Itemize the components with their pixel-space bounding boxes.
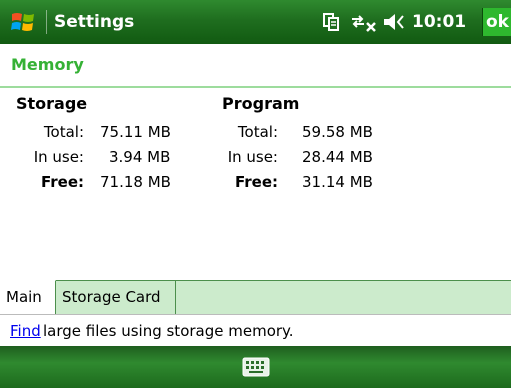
program-total-value: 59.58 MB	[302, 123, 373, 141]
find-description: large files using storage memory.	[43, 322, 294, 340]
storage-total-value: 75.11 MB	[100, 123, 171, 141]
storage-inuse-value: 3.94 MB	[109, 148, 171, 166]
storage-free-value: 71.18 MB	[100, 173, 171, 191]
section-header: Memory	[0, 44, 511, 88]
tab-main[interactable]: Main	[0, 280, 56, 314]
clock[interactable]: 10:01	[412, 10, 466, 34]
storage-inuse-label: In use:	[33, 148, 84, 166]
program-free-label: Free:	[234, 173, 278, 191]
tab-storage-card[interactable]: Storage Card	[56, 281, 176, 314]
sync-icon[interactable]	[322, 12, 340, 32]
title-bar: Settings 10:01 ok	[0, 0, 511, 44]
device-screen: Settings 10:01 ok Memory Storage Total: …	[0, 0, 511, 388]
program-inuse-label: In use:	[227, 148, 278, 166]
storage-free-label: Free:	[40, 173, 84, 191]
windows-flag-icon[interactable]	[10, 8, 38, 36]
find-line: Find large files using storage memory.	[0, 314, 511, 347]
volume-icon[interactable]	[382, 12, 408, 32]
page-title: Memory	[11, 55, 84, 74]
title-separator	[46, 10, 47, 34]
ok-button[interactable]: ok	[482, 8, 511, 36]
memory-panel: Storage Total: 75.11 MB In use: 3.94 MB …	[0, 88, 511, 282]
find-link[interactable]: Find	[10, 315, 41, 347]
storage-total-label: Total:	[43, 123, 84, 141]
program-free-value: 31.14 MB	[302, 173, 373, 191]
program-total-label: Total:	[237, 123, 278, 141]
app-title: Settings	[54, 12, 135, 32]
soft-key-bar	[0, 346, 511, 388]
program-inuse-value: 28.44 MB	[302, 148, 373, 166]
keyboard-icon[interactable]	[242, 356, 270, 378]
tab-bar: Main Storage Card	[0, 280, 511, 315]
program-heading: Program	[222, 94, 300, 113]
storage-heading: Storage	[16, 94, 88, 113]
connectivity-icon[interactable]	[350, 12, 378, 32]
